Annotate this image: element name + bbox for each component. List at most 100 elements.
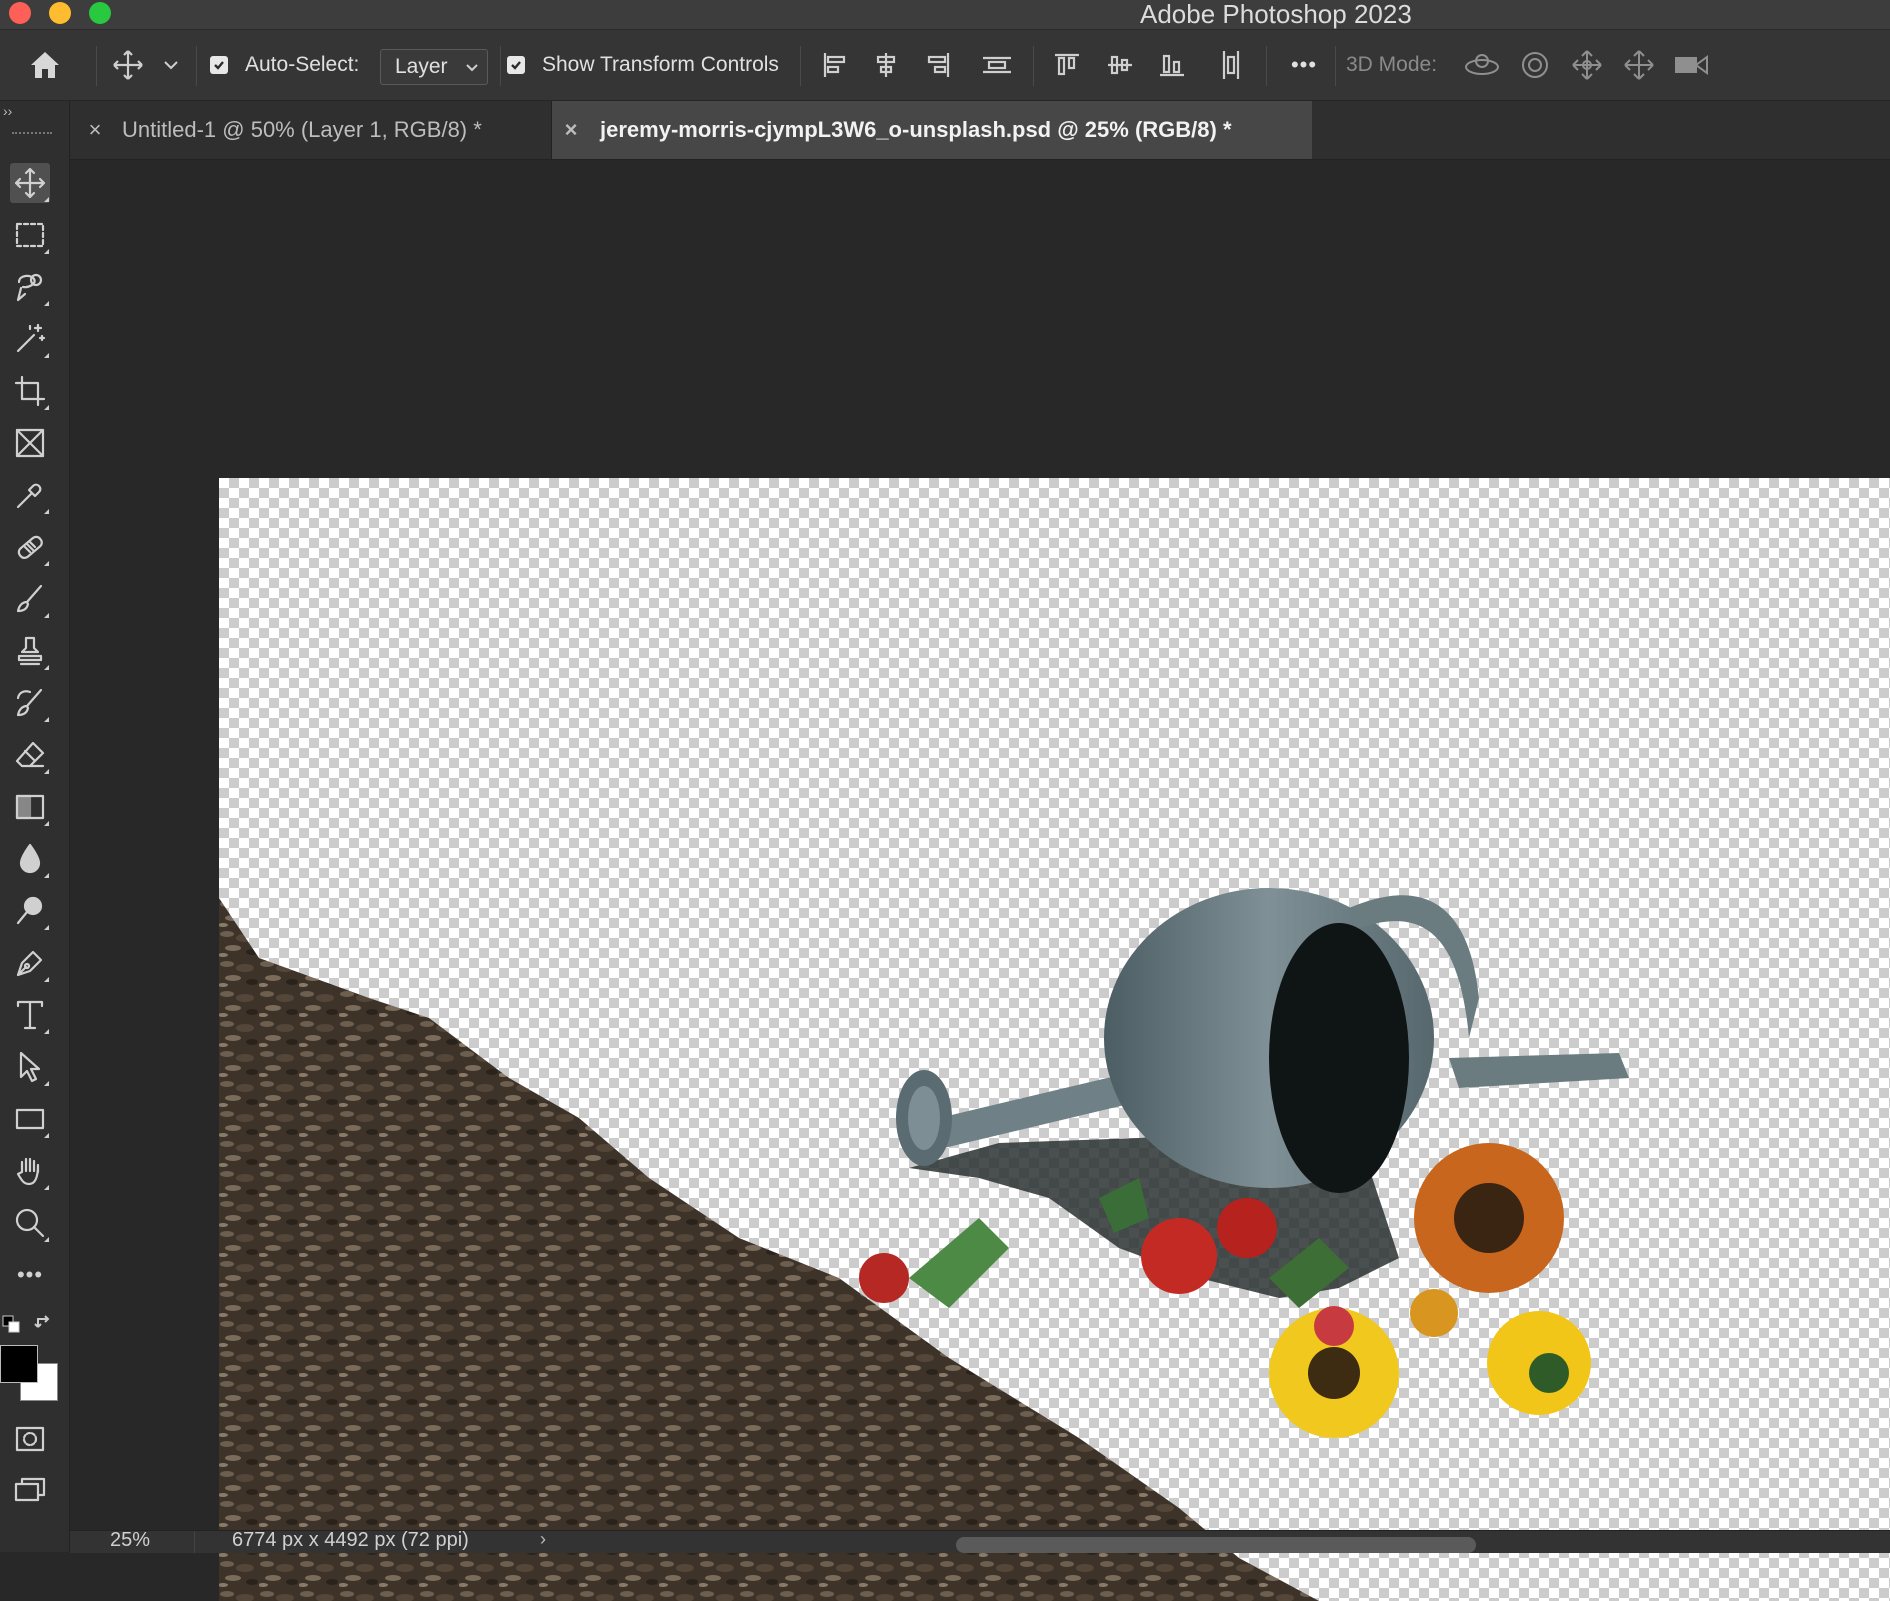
distribute-vertical-icon: [983, 56, 1011, 74]
tool-preset-dropdown[interactable]: [160, 30, 182, 100]
zoom-level[interactable]: 25%: [110, 1529, 150, 1552]
3d-scale-button[interactable]: [1672, 30, 1712, 100]
move-tool-preset-button[interactable]: [108, 30, 148, 100]
home-icon: [31, 52, 59, 78]
red-flower: [1141, 1218, 1217, 1294]
gradient-tool[interactable]: [10, 787, 50, 827]
object-selection-icon: [16, 273, 43, 302]
auto-select-dropdown[interactable]: Layer: [380, 49, 488, 85]
eyedropper-icon: [16, 483, 42, 509]
screen-mode-icon: [14, 1477, 46, 1502]
app-title: Adobe Photoshop 2023: [1140, 0, 1412, 29]
horizontal-scrollbar[interactable]: [956, 1537, 1476, 1553]
object-selection-tool[interactable]: [10, 267, 50, 307]
canvas-workspace[interactable]: [70, 160, 1890, 1601]
tools-panel-grip[interactable]: ››: [0, 101, 69, 134]
rectangular-marquee-tool[interactable]: [10, 215, 50, 255]
3d-pan-icon: [1572, 50, 1602, 80]
tools-panel: ›› •••: [0, 101, 70, 1552]
align-bottom-edges-button[interactable]: [1155, 30, 1189, 100]
align-vertical-centers-button[interactable]: [1103, 30, 1137, 100]
pen-tool[interactable]: [10, 943, 50, 983]
crop-tool[interactable]: [10, 371, 50, 411]
magic-wand-tool[interactable]: [10, 319, 50, 359]
collapse-icon[interactable]: ››: [3, 103, 12, 119]
default-colors-icon: [2, 1315, 20, 1333]
3d-roll-button[interactable]: [1516, 30, 1554, 100]
history-brush-icon: [16, 688, 43, 717]
minimize-window-button[interactable]: [49, 2, 71, 24]
move-tool[interactable]: [10, 163, 50, 203]
marquee-icon: [15, 222, 45, 248]
close-tab-icon[interactable]: ×: [80, 117, 110, 143]
align-horizontal-center-icon: [876, 53, 896, 77]
align-top-edges-button[interactable]: [1050, 30, 1084, 100]
screen-mode-button[interactable]: [10, 1471, 50, 1511]
dodge-icon: [16, 896, 43, 925]
close-tab-icon[interactable]: ×: [556, 117, 586, 143]
distribute-horizontal-icon: [1222, 51, 1240, 79]
magnifier-icon: [15, 1208, 45, 1238]
show-transform-controls-label: Show Transform Controls: [542, 30, 779, 100]
document-canvas[interactable]: [219, 478, 1890, 1601]
close-window-button[interactable]: [9, 2, 31, 24]
home-button[interactable]: [20, 30, 70, 100]
show-transform-controls-checkbox[interactable]: [506, 30, 526, 100]
spot-healing-brush-tool[interactable]: [10, 527, 50, 567]
status-menu-arrow[interactable]: ›: [540, 1529, 546, 1550]
tab-jeremy-morris-psd[interactable]: × jeremy-morris-cjympL3W6_o-unsplash.psd…: [552, 101, 1312, 159]
more-options-button[interactable]: •••: [1284, 30, 1324, 100]
brush-icon: [16, 584, 43, 613]
default-colors-button[interactable]: [2, 1315, 20, 1333]
align-right-edges-button[interactable]: [921, 30, 955, 100]
rectangle-icon: [15, 1108, 45, 1130]
dodge-tool[interactable]: [10, 891, 50, 931]
gradient-icon: [15, 794, 45, 820]
arrow-cursor-icon: [19, 1051, 41, 1083]
pen-icon: [16, 950, 43, 977]
distribute-vertically-button[interactable]: [980, 30, 1014, 100]
eraser-icon: [15, 741, 45, 768]
quick-mask-button[interactable]: [10, 1419, 50, 1459]
more-icon: •••: [1290, 52, 1318, 77]
move-icon: [14, 167, 46, 199]
distribute-horizontally-button[interactable]: [1214, 30, 1248, 100]
zoom-window-button[interactable]: [89, 2, 111, 24]
red-flower: [1217, 1198, 1277, 1258]
3d-slide-button[interactable]: [1620, 30, 1658, 100]
edit-toolbar-button[interactable]: •••: [10, 1255, 50, 1295]
3d-pan-button[interactable]: [1568, 30, 1606, 100]
rectangle-tool[interactable]: [10, 1099, 50, 1139]
zoom-tool[interactable]: [10, 1203, 50, 1243]
3d-orbit-button[interactable]: [1462, 30, 1502, 100]
3d-roll-icon: [1522, 52, 1548, 78]
chevron-down-icon: [466, 64, 478, 72]
3d-mode-label: 3D Mode:: [1346, 30, 1437, 100]
options-bar: Auto-Select: Layer Show Transform Contro…: [0, 30, 1890, 101]
foreground-color-swatch[interactable]: [0, 1345, 38, 1383]
path-selection-tool[interactable]: [10, 1047, 50, 1087]
brush-tool[interactable]: [10, 579, 50, 619]
blur-tool[interactable]: [10, 839, 50, 879]
swap-colors-button[interactable]: [34, 1313, 54, 1333]
swap-arrows-icon: [34, 1315, 50, 1328]
align-left-icon: [823, 53, 846, 77]
history-brush-tool[interactable]: [10, 683, 50, 723]
3d-mode-text: 3D Mode:: [1346, 53, 1438, 76]
tab-untitled-1[interactable]: × Untitled-1 @ 50% (Layer 1, RGB/8) *: [80, 101, 552, 159]
align-left-edges-button[interactable]: [818, 30, 852, 100]
eyedropper-tool[interactable]: [10, 475, 50, 515]
align-horizontal-centers-button[interactable]: [869, 30, 903, 100]
auto-select-checkbox[interactable]: [209, 30, 229, 100]
move-icon: [113, 50, 143, 80]
watering-can-side-handle: [1449, 1053, 1629, 1088]
document-dimensions: 6774 px x 4492 px (72 ppi): [232, 1529, 469, 1551]
quick-mask-icon: [15, 1426, 45, 1452]
type-tool[interactable]: [10, 995, 50, 1035]
eraser-tool[interactable]: [10, 735, 50, 775]
clone-stamp-tool[interactable]: [10, 631, 50, 671]
auto-select-value: Layer: [395, 55, 448, 78]
hand-tool[interactable]: [10, 1151, 50, 1191]
title-bar: Adobe Photoshop 2023: [0, 0, 1890, 30]
frame-tool[interactable]: [10, 423, 50, 463]
